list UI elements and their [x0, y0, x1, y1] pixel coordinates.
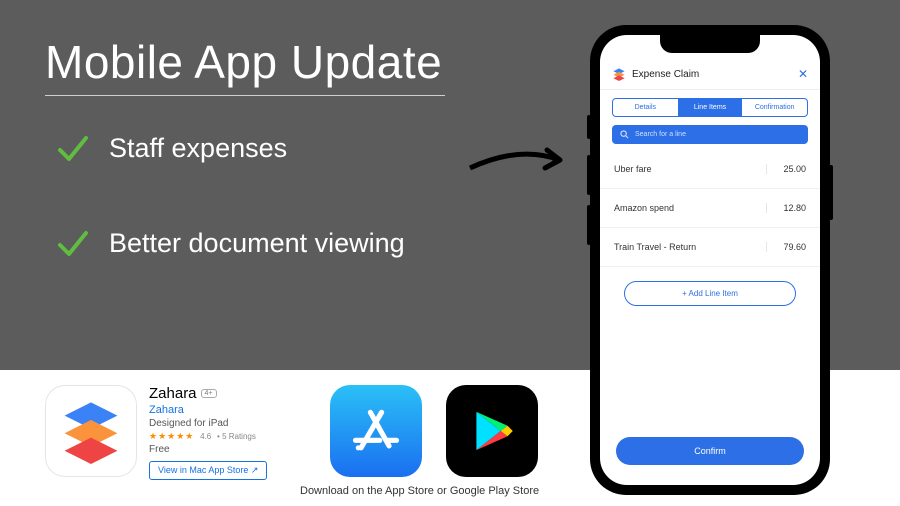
- tab-confirmation[interactable]: Confirmation: [742, 99, 807, 116]
- app-name-row: Zahara 4+: [149, 385, 267, 402]
- line-item-row[interactable]: Amazon spend 12.80: [600, 189, 820, 228]
- search-input[interactable]: Search for a line: [612, 125, 808, 144]
- line-item-row[interactable]: Train Travel - Return 79.60: [600, 228, 820, 267]
- phone-screen: Expense Claim ✕ Details Line Items Confi…: [600, 35, 820, 485]
- close-icon[interactable]: ✕: [798, 67, 808, 81]
- zahara-logo-icon: [58, 398, 124, 464]
- app-vendor[interactable]: Zahara: [149, 404, 267, 416]
- line-item-label: Uber fare: [614, 164, 652, 174]
- arrow-icon: [465, 140, 575, 180]
- add-line-item-button[interactable]: + Add Line Item: [624, 281, 796, 306]
- line-item-label: Train Travel - Return: [614, 242, 696, 252]
- line-item-row[interactable]: Uber fare 25.00: [600, 150, 820, 189]
- feature-text: Staff expenses: [109, 133, 287, 164]
- app-rating-value: 4.6: [200, 432, 211, 441]
- star-icon: ★★★★★: [149, 431, 194, 441]
- feature-text: Better document viewing: [109, 228, 405, 259]
- search-icon: [620, 130, 629, 139]
- app-price: Free: [149, 444, 267, 455]
- app-rating-count: • 5 Ratings: [217, 432, 256, 441]
- tab-details[interactable]: Details: [613, 99, 678, 116]
- check-icon: [55, 130, 91, 166]
- line-item-amount: 25.00: [766, 164, 806, 174]
- phone-side-button: [829, 165, 833, 220]
- app-listing-card: Zahara 4+ Zahara Designed for iPad ★★★★★…: [45, 385, 267, 480]
- tab-bar: Details Line Items Confirmation: [612, 98, 808, 117]
- app-rating-row: ★★★★★ 4.6 • 5 Ratings: [149, 431, 267, 442]
- line-item-amount: 79.60: [766, 242, 806, 252]
- app-icon: [45, 385, 137, 477]
- age-rating-badge: 4+: [201, 389, 217, 398]
- feature-row: Staff expenses: [55, 130, 287, 166]
- title-underline: [45, 95, 445, 96]
- view-in-store-button[interactable]: View in Mac App Store ↗: [149, 461, 267, 480]
- download-caption: Download on the App Store or Google Play…: [300, 485, 539, 497]
- phone-side-button: [587, 155, 591, 195]
- feature-row: Better document viewing: [55, 225, 405, 261]
- app-name: Zahara: [149, 385, 197, 402]
- phone-side-button: [587, 115, 591, 139]
- page-title: Mobile App Update: [45, 35, 442, 89]
- appstore-logo-icon: [348, 403, 404, 459]
- line-item-amount: 12.80: [766, 203, 806, 213]
- search-placeholder: Search for a line: [635, 131, 686, 138]
- phone-notch: [660, 35, 760, 53]
- zahara-logo-icon: [612, 67, 626, 81]
- app-header: Expense Claim ✕: [600, 59, 820, 90]
- store-icons-row: [330, 385, 538, 477]
- check-icon: [55, 225, 91, 261]
- app-meta: Zahara 4+ Zahara Designed for iPad ★★★★★…: [149, 385, 267, 480]
- phone-mockup: Expense Claim ✕ Details Line Items Confi…: [590, 25, 830, 495]
- tab-line-items[interactable]: Line Items: [678, 99, 743, 116]
- playstore-logo-icon: [466, 405, 518, 457]
- play-store-icon[interactable]: [446, 385, 538, 477]
- confirm-button[interactable]: Confirm: [616, 437, 804, 465]
- app-subtitle: Designed for iPad: [149, 418, 267, 429]
- app-store-icon[interactable]: [330, 385, 422, 477]
- phone-side-button: [587, 205, 591, 245]
- line-item-label: Amazon spend: [614, 203, 674, 213]
- screen-title: Expense Claim: [632, 69, 699, 80]
